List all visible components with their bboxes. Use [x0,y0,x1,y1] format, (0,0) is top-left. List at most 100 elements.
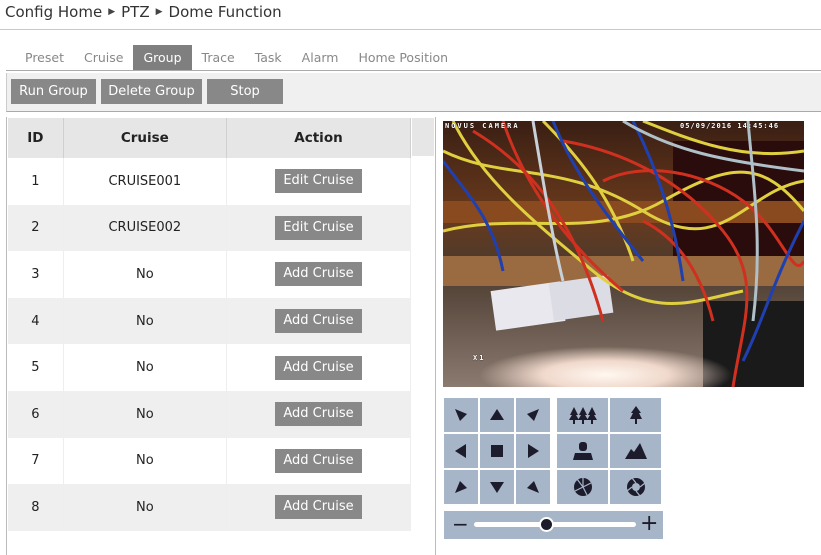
table-row: 8 No Add Cruise [8,484,412,531]
table-row: 6 No Add Cruise [8,390,412,438]
table-row: 4 No Add Cruise [8,297,412,345]
row-id: 1 [8,158,64,205]
arrow-down-icon [490,482,504,493]
add-cruise-button[interactable]: Add Cruise [275,262,362,287]
arrow-up-icon [490,409,504,420]
arrow-left-icon [455,444,466,458]
zoom-slider-handle[interactable] [539,517,555,532]
zoom-plus-button[interactable]: + [640,512,658,536]
row-cruise: CRUISE001 [63,158,227,205]
header-divider [0,29,821,30]
zoom-minus-button[interactable]: − [452,513,469,535]
row-id: 2 [8,204,64,252]
breadcrumb-ptz[interactable]: PTZ [121,3,149,21]
row-cruise: No [63,390,227,438]
arrow-up-right-icon [527,409,539,421]
breadcrumb-config-home[interactable]: Config Home [5,3,102,21]
add-cruise-button[interactable]: Add Cruise [275,495,362,520]
stop-button[interactable]: Stop [207,79,283,104]
pan-down-left-button[interactable] [444,470,478,504]
focus-far-button[interactable] [610,434,661,468]
osd-camera-title: NOVUS CAMERA [445,122,520,130]
row-cruise: No [63,344,227,391]
pan-up-right-button[interactable] [516,398,550,432]
row-cruise: No [63,251,227,298]
osd-datetime: 05/09/2016 14:45:46 [680,122,780,130]
table-header-extension [412,118,434,156]
breadcrumb-dome-function: Dome Function [168,3,282,21]
zoom-in-button[interactable] [610,398,661,432]
row-cruise: No [63,437,227,485]
breadcrumb-separator-icon: ▶ [108,7,116,17]
breadcrumb-separator-icon: ▶ [155,7,163,17]
tab-group[interactable]: Group [133,45,192,71]
zoom-out-button[interactable] [557,398,608,432]
edit-cruise-button[interactable]: Edit Cruise [275,215,362,240]
video-frame-image [443,121,804,387]
add-cruise-button[interactable]: Add Cruise [275,402,362,427]
arrow-down-left-icon [455,481,467,493]
tab-trace[interactable]: Trace [192,45,245,71]
tilt-down-button[interactable] [480,470,514,504]
tilt-up-button[interactable] [480,398,514,432]
toolbar: Run Group Delete Group Stop [6,73,821,112]
group-table-panel: ID Cruise Action 1 CRUISE001 Edit Cruise… [6,117,436,555]
tab-preset[interactable]: Preset [15,45,74,71]
delete-group-button[interactable]: Delete Group [101,79,202,104]
stop-icon [491,445,503,457]
focus-near-person-icon [572,442,593,460]
column-header-action: Action [226,118,412,158]
run-group-button[interactable]: Run Group [11,79,96,104]
row-cruise: No [63,297,227,345]
tab-home-position[interactable]: Home Position [348,45,458,71]
iris-open-icon [626,477,645,497]
pan-up-left-button[interactable] [444,398,478,432]
arrow-down-right-icon [527,481,539,493]
tabs-divider [6,70,821,71]
zoom-in-tree-icon [629,406,642,424]
table-row: 1 CRUISE001 Edit Cruise [8,158,412,205]
cruise-table: ID Cruise Action 1 CRUISE001 Edit Cruise… [8,118,412,531]
add-cruise-button[interactable]: Add Cruise [275,355,362,380]
row-cruise: CRUISE002 [63,204,227,252]
osd-zoom-level: X1 [473,354,486,362]
iris-close-icon [573,478,592,496]
pan-left-button[interactable] [444,434,478,468]
row-id: 5 [8,344,64,391]
row-id: 8 [8,484,64,531]
ptz-stop-button[interactable] [480,434,514,468]
table-row: 2 CRUISE002 Edit Cruise [8,204,412,252]
live-video-feed[interactable]: NOVUS CAMERA 05/09/2016 14:45:46 X1 [443,121,804,387]
column-header-id: ID [8,118,64,158]
ptz-direction-pad [444,398,550,504]
row-id: 7 [8,437,64,485]
arrow-up-left-icon [455,409,467,421]
row-id: 6 [8,390,64,438]
tab-bar: Preset Cruise Group Trace Task Alarm Hom… [15,45,458,71]
row-id: 3 [8,251,64,298]
edit-cruise-button[interactable]: Edit Cruise [275,169,362,194]
add-cruise-button[interactable]: Add Cruise [275,448,362,473]
focus-far-mountain-icon [624,443,647,459]
focus-near-button[interactable] [557,434,608,468]
zoom-slider-track[interactable] [474,522,636,527]
tab-alarm[interactable]: Alarm [292,45,349,71]
column-header-cruise: Cruise [63,118,227,158]
tab-cruise[interactable]: Cruise [74,45,133,71]
table-row: 7 No Add Cruise [8,437,412,485]
row-id: 4 [8,297,64,345]
ptz-lens-controls [557,398,661,504]
table-row: 3 No Add Cruise [8,251,412,298]
zoom-slider-bar: − + [444,511,663,539]
arrow-right-icon [528,444,539,458]
tab-task[interactable]: Task [245,45,292,71]
add-cruise-button[interactable]: Add Cruise [275,309,362,334]
iris-close-button[interactable] [557,470,608,504]
iris-open-button[interactable] [610,470,661,504]
breadcrumb: Config Home ▶ PTZ ▶ Dome Function [5,3,282,21]
zoom-out-trees-icon [568,407,597,424]
pan-down-right-button[interactable] [516,470,550,504]
row-cruise: No [63,484,227,531]
pan-right-button[interactable] [516,434,550,468]
table-row: 5 No Add Cruise [8,344,412,391]
